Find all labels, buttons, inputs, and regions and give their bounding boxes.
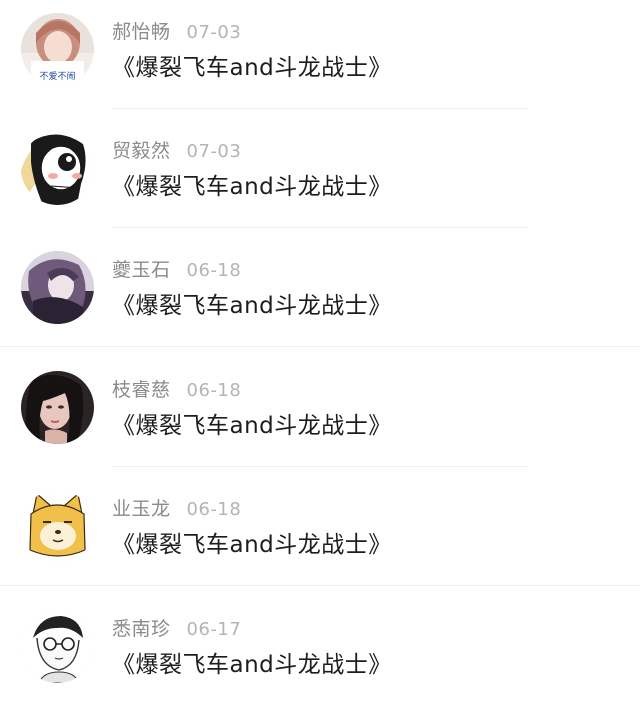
- user-name[interactable]: 夔玉石: [112, 259, 171, 281]
- svg-text:不爱不闹: 不爱不闹: [39, 70, 75, 82]
- comment-date: 06-18: [186, 380, 242, 401]
- comment-header: 郝怡畅 07-03: [112, 18, 241, 46]
- divider: [0, 346, 640, 347]
- comment-text: 《爆裂飞车and斗龙战士》: [112, 55, 392, 81]
- comment-text: 《爆裂飞车and斗龙战士》: [112, 174, 392, 200]
- avatar[interactable]: [21, 490, 94, 563]
- avatar[interactable]: 不爱不闹: [21, 13, 94, 86]
- divider: [0, 585, 640, 586]
- shiba-dog-avatar: [21, 490, 94, 563]
- comment-text: 《爆裂飞车and斗龙战士》: [112, 532, 392, 558]
- list-item[interactable]: 悉南珍 06-17 《爆裂飞车and斗龙战士》: [0, 597, 640, 717]
- avatar[interactable]: [21, 132, 94, 205]
- list-item[interactable]: 业玉龙 06-18 《爆裂飞车and斗龙战士》: [0, 477, 640, 597]
- comment-list: 不爱不闹 郝怡畅 07-03 《爆裂飞车and斗龙战士》 贸毅然 07-03 《…: [0, 0, 640, 700]
- divider: [112, 227, 528, 228]
- comment-header: 夔玉石 06-18: [112, 256, 241, 284]
- sketch-boy-glasses-avatar: [21, 610, 94, 683]
- anime-purple-girl-avatar: [21, 251, 94, 324]
- comment-text: 《爆裂飞车and斗龙战士》: [112, 293, 392, 319]
- comment-date: 06-18: [186, 260, 242, 281]
- comment-date: 07-03: [186, 141, 242, 162]
- divider: [112, 466, 528, 467]
- comment-date: 06-17: [186, 619, 242, 640]
- comment-header: 贸毅然 07-03: [112, 137, 241, 165]
- avatar[interactable]: [21, 371, 94, 444]
- comment-header: 枝睿慈 06-18: [112, 376, 241, 404]
- cartoon-girl-blush-avatar: [21, 132, 94, 205]
- girl-pink-hair-avatar: 不爱不闹: [21, 13, 94, 86]
- user-name[interactable]: 枝睿慈: [112, 379, 171, 401]
- user-name[interactable]: 贸毅然: [112, 140, 171, 162]
- list-item[interactable]: 枝睿慈 06-18 《爆裂飞车and斗龙战士》: [0, 358, 640, 478]
- comment-header: 业玉龙 06-18: [112, 495, 241, 523]
- divider: [112, 108, 528, 109]
- user-name[interactable]: 悉南珍: [112, 618, 171, 640]
- user-name[interactable]: 郝怡畅: [112, 21, 171, 43]
- comment-text: 《爆裂飞车and斗龙战士》: [112, 413, 392, 439]
- list-item[interactable]: 不爱不闹 郝怡畅 07-03 《爆裂飞车and斗龙战士》: [0, 0, 640, 120]
- comment-date: 06-18: [186, 499, 242, 520]
- user-name[interactable]: 业玉龙: [112, 498, 171, 520]
- list-item[interactable]: 贸毅然 07-03 《爆裂飞车and斗龙战士》: [0, 119, 640, 239]
- comment-date: 07-03: [186, 22, 242, 43]
- avatar[interactable]: [21, 251, 94, 324]
- dark-hair-girl-avatar: [21, 371, 94, 444]
- comment-text: 《爆裂飞车and斗龙战士》: [112, 652, 392, 678]
- avatar[interactable]: [21, 610, 94, 683]
- list-item[interactable]: 夔玉石 06-18 《爆裂飞车and斗龙战士》: [0, 238, 640, 358]
- comment-header: 悉南珍 06-17: [112, 615, 241, 643]
